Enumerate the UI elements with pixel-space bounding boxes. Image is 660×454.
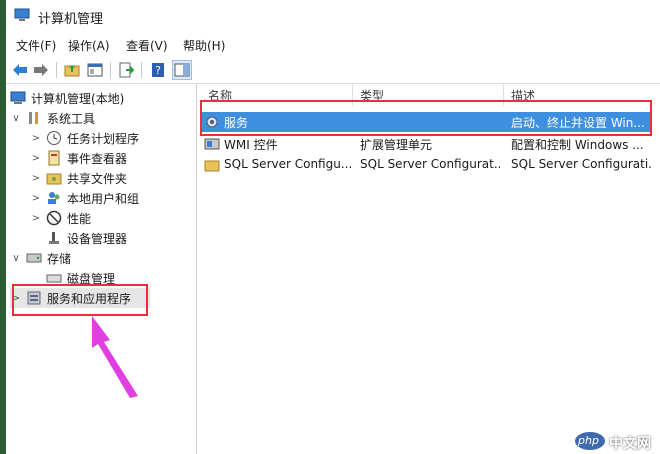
tree-storage[interactable]: ∨ 存储 <box>10 248 71 268</box>
chevron-down-icon[interactable]: ∨ <box>10 113 22 124</box>
list-row-wmi[interactable]: WMI 控件 扩展管理单元 配置和控制 Windows ... <box>200 134 652 154</box>
event-log-icon <box>48 150 60 166</box>
title-bar: 计算机管理 <box>6 0 660 32</box>
back-arrow-icon <box>13 64 27 76</box>
forward-button[interactable] <box>31 60 51 80</box>
menu-help[interactable]: 帮助(H) <box>183 37 225 54</box>
storage-icon <box>26 253 42 263</box>
help-icon: ? <box>152 63 164 77</box>
tree-performance[interactable]: > 性能 <box>30 208 91 228</box>
action-pane-icon <box>174 63 190 77</box>
menu-bar: 文件(F) 操作(A) 查看(V) 帮助(H) <box>6 34 660 56</box>
watermark-text: 中文网 <box>609 436 651 452</box>
chevron-down-icon[interactable]: ∨ <box>10 253 22 264</box>
svg-text:?: ? <box>155 64 161 77</box>
tree-label: 任务计划程序 <box>67 131 140 146</box>
no-entry-icon <box>46 210 62 226</box>
tree-shared-folders[interactable]: > 共享文件夹 <box>30 168 127 188</box>
up-level-button[interactable] <box>62 60 82 80</box>
tree-event-viewer[interactable]: > 事件查看器 <box>30 148 127 168</box>
export-list-button[interactable] <box>116 60 136 80</box>
action-pane-button[interactable] <box>172 60 192 80</box>
cell-name: SQL Server Configu... <box>224 157 352 171</box>
help-button[interactable]: ? <box>148 60 168 80</box>
console-tree-icon <box>87 63 103 77</box>
watermark-brand: php <box>578 434 599 447</box>
tree-label: 设备管理器 <box>67 231 128 246</box>
tree-label: 本地用户和组 <box>67 191 140 206</box>
chevron-right-icon[interactable]: > <box>30 153 42 164</box>
tree-label: 共享文件夹 <box>67 171 128 186</box>
highlight-box-services-row <box>200 100 652 136</box>
tree-system-tools[interactable]: ∨ 系统工具 <box>10 108 95 128</box>
tree-local-users[interactable]: > 本地用户和组 <box>30 188 139 208</box>
computer-icon <box>10 91 26 104</box>
shared-folder-icon <box>46 173 62 185</box>
cell-description: SQL Server Configurati... <box>511 157 651 171</box>
forward-arrow-icon <box>34 64 48 76</box>
computer-management-icon <box>14 8 30 21</box>
menu-view[interactable]: 查看(V) <box>126 37 168 54</box>
cell-type: 扩展管理单元 <box>360 138 433 152</box>
tree-label: 系统工具 <box>47 111 96 126</box>
tree-label: 事件查看器 <box>67 151 128 166</box>
list-row-sql-server[interactable]: SQL Server Configu... SQL Server Configu… <box>200 155 652 175</box>
window-title: 计算机管理 <box>38 12 104 27</box>
wmi-control-icon <box>204 138 220 150</box>
cell-name: WMI 控件 <box>224 138 278 152</box>
tree-root-label: 计算机管理(本地) <box>31 91 125 106</box>
export-icon <box>119 62 134 78</box>
tree-label: 性能 <box>67 211 92 226</box>
folder-up-icon <box>64 65 80 77</box>
clock-icon <box>47 131 61 145</box>
folder-icon <box>204 160 220 172</box>
chevron-right-icon[interactable]: > <box>30 213 42 224</box>
device-icon <box>49 232 59 244</box>
details-list: 名称 类型 描述 服务 启动、终止并设置 Win... WMI 控件 扩展管理单… <box>200 84 660 454</box>
tree-task-scheduler[interactable]: > 任务计划程序 <box>30 128 139 148</box>
show-hide-tree-button[interactable] <box>85 60 105 80</box>
annotation-arrow-icon <box>92 316 138 398</box>
tree-device-manager[interactable]: 设备管理器 <box>46 228 127 248</box>
cell-type: SQL Server Configurat... <box>360 157 500 171</box>
chevron-right-icon[interactable]: > <box>30 193 42 204</box>
menu-file[interactable]: 文件(F) <box>16 37 56 54</box>
back-button[interactable] <box>10 60 30 80</box>
users-icon <box>48 192 60 204</box>
toolbar: ? <box>6 57 660 84</box>
menu-action[interactable]: 操作(A) <box>68 37 110 54</box>
tree-root[interactable]: 计算机管理(本地) <box>10 88 124 108</box>
tools-icon <box>29 112 38 124</box>
cell-description: 配置和控制 Windows ... <box>511 138 644 152</box>
tree-label: 存储 <box>47 251 72 266</box>
chevron-right-icon[interactable]: > <box>30 173 42 184</box>
chevron-right-icon[interactable]: > <box>30 133 42 144</box>
